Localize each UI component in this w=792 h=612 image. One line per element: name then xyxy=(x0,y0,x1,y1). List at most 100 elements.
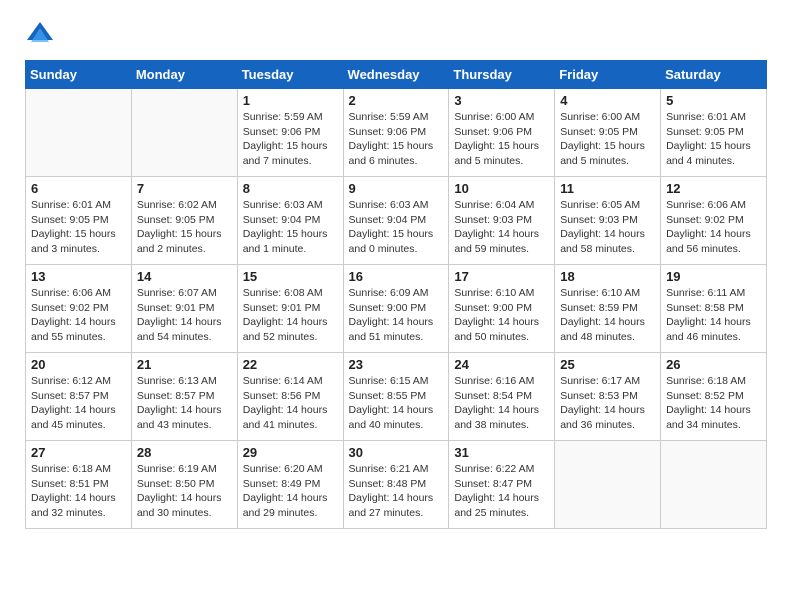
calendar-cell: 22Sunrise: 6:14 AM Sunset: 8:56 PM Dayli… xyxy=(237,353,343,441)
calendar-cell: 21Sunrise: 6:13 AM Sunset: 8:57 PM Dayli… xyxy=(131,353,237,441)
day-info: Sunrise: 6:03 AM Sunset: 9:04 PM Dayligh… xyxy=(243,198,338,257)
day-info: Sunrise: 6:04 AM Sunset: 9:03 PM Dayligh… xyxy=(454,198,549,257)
calendar-cell: 1 Sunrise: 5:59 AM Sunset: 9:06 PM Daylig… xyxy=(237,89,343,177)
day-number: 11 xyxy=(560,181,655,196)
day-info: Sunrise: 6:02 AM Sunset: 9:05 PM Dayligh… xyxy=(137,198,232,257)
day-number: 3 xyxy=(454,93,549,108)
calendar-cell: 13Sunrise: 6:06 AM Sunset: 9:02 PM Dayli… xyxy=(26,265,132,353)
day-number: 16 xyxy=(349,269,444,284)
day-number: 15 xyxy=(243,269,338,284)
calendar-week-0: 1 Sunrise: 5:59 AM Sunset: 9:06 PM Daylig… xyxy=(26,89,767,177)
day-number: 24 xyxy=(454,357,549,372)
day-info: Sunrise: 5:59 AM Sunset: 9:06 PM Dayligh… xyxy=(243,110,338,169)
calendar-cell xyxy=(555,441,661,529)
day-number: 25 xyxy=(560,357,655,372)
day-number: 27 xyxy=(31,445,126,460)
page-header xyxy=(25,20,767,50)
calendar-cell xyxy=(131,89,237,177)
calendar-cell xyxy=(26,89,132,177)
day-info: Sunrise: 6:18 AM Sunset: 8:52 PM Dayligh… xyxy=(666,374,761,433)
header-monday: Monday xyxy=(131,61,237,89)
day-info: Sunrise: 6:11 AM Sunset: 8:58 PM Dayligh… xyxy=(666,286,761,345)
day-info: Sunrise: 6:12 AM Sunset: 8:57 PM Dayligh… xyxy=(31,374,126,433)
day-info: Sunrise: 6:09 AM Sunset: 9:00 PM Dayligh… xyxy=(349,286,444,345)
day-number: 8 xyxy=(243,181,338,196)
header-friday: Friday xyxy=(555,61,661,89)
calendar-cell: 8 Sunrise: 6:03 AM Sunset: 9:04 PM Daylig… xyxy=(237,177,343,265)
day-number: 20 xyxy=(31,357,126,372)
day-number: 19 xyxy=(666,269,761,284)
calendar-week-3: 20 Sunrise: 6:12 AM Sunset: 8:57 PM Dayli… xyxy=(26,353,767,441)
day-number: 4 xyxy=(560,93,655,108)
calendar-cell: 17 Sunrise: 6:10 AM Sunset: 9:00 PM Dayli… xyxy=(449,265,555,353)
day-number: 31 xyxy=(454,445,549,460)
day-number: 10 xyxy=(454,181,549,196)
day-info: Sunrise: 6:08 AM Sunset: 9:01 PM Dayligh… xyxy=(243,286,338,345)
calendar-cell: 11 Sunrise: 6:05 AM Sunset: 9:03 PM Dayli… xyxy=(555,177,661,265)
day-info: Sunrise: 6:01 AM Sunset: 9:05 PM Dayligh… xyxy=(31,198,126,257)
calendar-cell: 5 Sunrise: 6:01 AM Sunset: 9:05 PM Daylig… xyxy=(661,89,767,177)
day-number: 23 xyxy=(349,357,444,372)
calendar-week-1: 6 Sunrise: 6:01 AM Sunset: 9:05 PM Daylig… xyxy=(26,177,767,265)
day-number: 30 xyxy=(349,445,444,460)
header-saturday: Saturday xyxy=(661,61,767,89)
calendar-cell: 23 Sunrise: 6:15 AM Sunset: 8:55 PM Dayli… xyxy=(343,353,449,441)
calendar-cell: 15 Sunrise: 6:08 AM Sunset: 9:01 PM Dayli… xyxy=(237,265,343,353)
calendar-cell: 24Sunrise: 6:16 AM Sunset: 8:54 PM Dayli… xyxy=(449,353,555,441)
calendar-cell: 27 Sunrise: 6:18 AM Sunset: 8:51 PM Dayli… xyxy=(26,441,132,529)
calendar-cell: 6 Sunrise: 6:01 AM Sunset: 9:05 PM Daylig… xyxy=(26,177,132,265)
header-tuesday: Tuesday xyxy=(237,61,343,89)
calendar-cell: 31 Sunrise: 6:22 AM Sunset: 8:47 PM Dayli… xyxy=(449,441,555,529)
calendar-cell: 25 Sunrise: 6:17 AM Sunset: 8:53 PM Dayli… xyxy=(555,353,661,441)
calendar-cell: 20 Sunrise: 6:12 AM Sunset: 8:57 PM Dayli… xyxy=(26,353,132,441)
day-info: Sunrise: 6:06 AM Sunset: 9:02 PM Dayligh… xyxy=(666,198,761,257)
day-number: 2 xyxy=(349,93,444,108)
day-info: Sunrise: 6:05 AM Sunset: 9:03 PM Dayligh… xyxy=(560,198,655,257)
calendar-cell xyxy=(661,441,767,529)
day-info: Sunrise: 6:21 AM Sunset: 8:48 PM Dayligh… xyxy=(349,462,444,521)
day-info: Sunrise: 6:00 AM Sunset: 9:06 PM Dayligh… xyxy=(454,110,549,169)
calendar-cell: 28 Sunrise: 6:19 AM Sunset: 8:50 PM Dayli… xyxy=(131,441,237,529)
calendar-cell: 2Sunrise: 5:59 AM Sunset: 9:06 PM Daylig… xyxy=(343,89,449,177)
calendar-cell: 19 Sunrise: 6:11 AM Sunset: 8:58 PM Dayli… xyxy=(661,265,767,353)
calendar-cell: 29 Sunrise: 6:20 AM Sunset: 8:49 PM Dayli… xyxy=(237,441,343,529)
calendar-cell: 16 Sunrise: 6:09 AM Sunset: 9:00 PM Dayli… xyxy=(343,265,449,353)
day-number: 28 xyxy=(137,445,232,460)
day-info: Sunrise: 6:20 AM Sunset: 8:49 PM Dayligh… xyxy=(243,462,338,521)
calendar-cell: 18Sunrise: 6:10 AM Sunset: 8:59 PM Dayli… xyxy=(555,265,661,353)
day-info: Sunrise: 6:07 AM Sunset: 9:01 PM Dayligh… xyxy=(137,286,232,345)
calendar-cell: 10 Sunrise: 6:04 AM Sunset: 9:03 PM Dayli… xyxy=(449,177,555,265)
day-info: Sunrise: 6:03 AM Sunset: 9:04 PM Dayligh… xyxy=(349,198,444,257)
day-info: Sunrise: 6:14 AM Sunset: 8:56 PM Dayligh… xyxy=(243,374,338,433)
day-number: 5 xyxy=(666,93,761,108)
day-number: 6 xyxy=(31,181,126,196)
day-info: Sunrise: 6:17 AM Sunset: 8:53 PM Dayligh… xyxy=(560,374,655,433)
day-number: 12 xyxy=(666,181,761,196)
day-number: 17 xyxy=(454,269,549,284)
day-info: Sunrise: 6:01 AM Sunset: 9:05 PM Dayligh… xyxy=(666,110,761,169)
calendar-cell: 9 Sunrise: 6:03 AM Sunset: 9:04 PM Daylig… xyxy=(343,177,449,265)
day-info: Sunrise: 6:19 AM Sunset: 8:50 PM Dayligh… xyxy=(137,462,232,521)
day-info: Sunrise: 6:06 AM Sunset: 9:02 PM Dayligh… xyxy=(31,286,126,345)
calendar-week-2: 13Sunrise: 6:06 AM Sunset: 9:02 PM Dayli… xyxy=(26,265,767,353)
calendar-cell: 4 Sunrise: 6:00 AM Sunset: 9:05 PM Daylig… xyxy=(555,89,661,177)
day-number: 1 xyxy=(243,93,338,108)
calendar: SundayMondayTuesdayWednesdayThursdayFrid… xyxy=(25,60,767,529)
calendar-cell: 30 Sunrise: 6:21 AM Sunset: 8:48 PM Dayli… xyxy=(343,441,449,529)
day-number: 7 xyxy=(137,181,232,196)
day-info: Sunrise: 6:10 AM Sunset: 9:00 PM Dayligh… xyxy=(454,286,549,345)
calendar-cell: 3 Sunrise: 6:00 AM Sunset: 9:06 PM Daylig… xyxy=(449,89,555,177)
day-info: Sunrise: 6:15 AM Sunset: 8:55 PM Dayligh… xyxy=(349,374,444,433)
day-number: 9 xyxy=(349,181,444,196)
day-number: 29 xyxy=(243,445,338,460)
header-wednesday: Wednesday xyxy=(343,61,449,89)
calendar-header-row: SundayMondayTuesdayWednesdayThursdayFrid… xyxy=(26,61,767,89)
day-info: Sunrise: 6:18 AM Sunset: 8:51 PM Dayligh… xyxy=(31,462,126,521)
header-thursday: Thursday xyxy=(449,61,555,89)
day-info: Sunrise: 6:00 AM Sunset: 9:05 PM Dayligh… xyxy=(560,110,655,169)
day-number: 21 xyxy=(137,357,232,372)
calendar-week-4: 27 Sunrise: 6:18 AM Sunset: 8:51 PM Dayli… xyxy=(26,441,767,529)
calendar-cell: 12 Sunrise: 6:06 AM Sunset: 9:02 PM Dayli… xyxy=(661,177,767,265)
logo xyxy=(25,20,61,50)
day-info: Sunrise: 6:22 AM Sunset: 8:47 PM Dayligh… xyxy=(454,462,549,521)
